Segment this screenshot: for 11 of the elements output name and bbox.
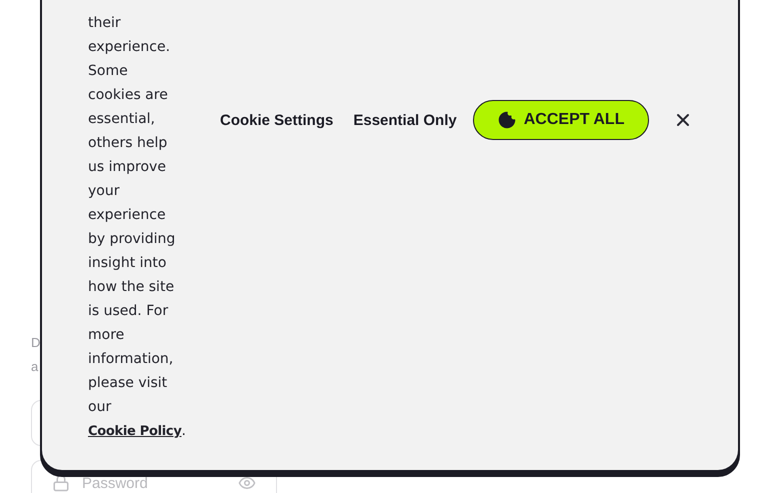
text-button[interactable]: Essential Only bbox=[353, 112, 457, 128]
accept-all-button[interactable]: ACCEPT ALL bbox=[472, 100, 650, 140]
text-button[interactable]: Cookie Settings bbox=[220, 112, 334, 128]
cookie-policy-link[interactable]: Cookie Policy bbox=[88, 424, 182, 439]
eye-icon[interactable] bbox=[238, 474, 256, 492]
cookie-message: their experience. Some cookies are essential, others help us improve your experience by providing insight into how the site is used. For more information, please visit our Cookie Policy. bbox=[88, 14, 184, 441]
lock-icon bbox=[52, 474, 70, 492]
password-input[interactable]: Password bbox=[80, 474, 228, 492]
cookie-icon bbox=[498, 111, 516, 129]
text-fragment: a bbox=[31, 358, 38, 376]
text-fragment: D bbox=[31, 334, 40, 352]
